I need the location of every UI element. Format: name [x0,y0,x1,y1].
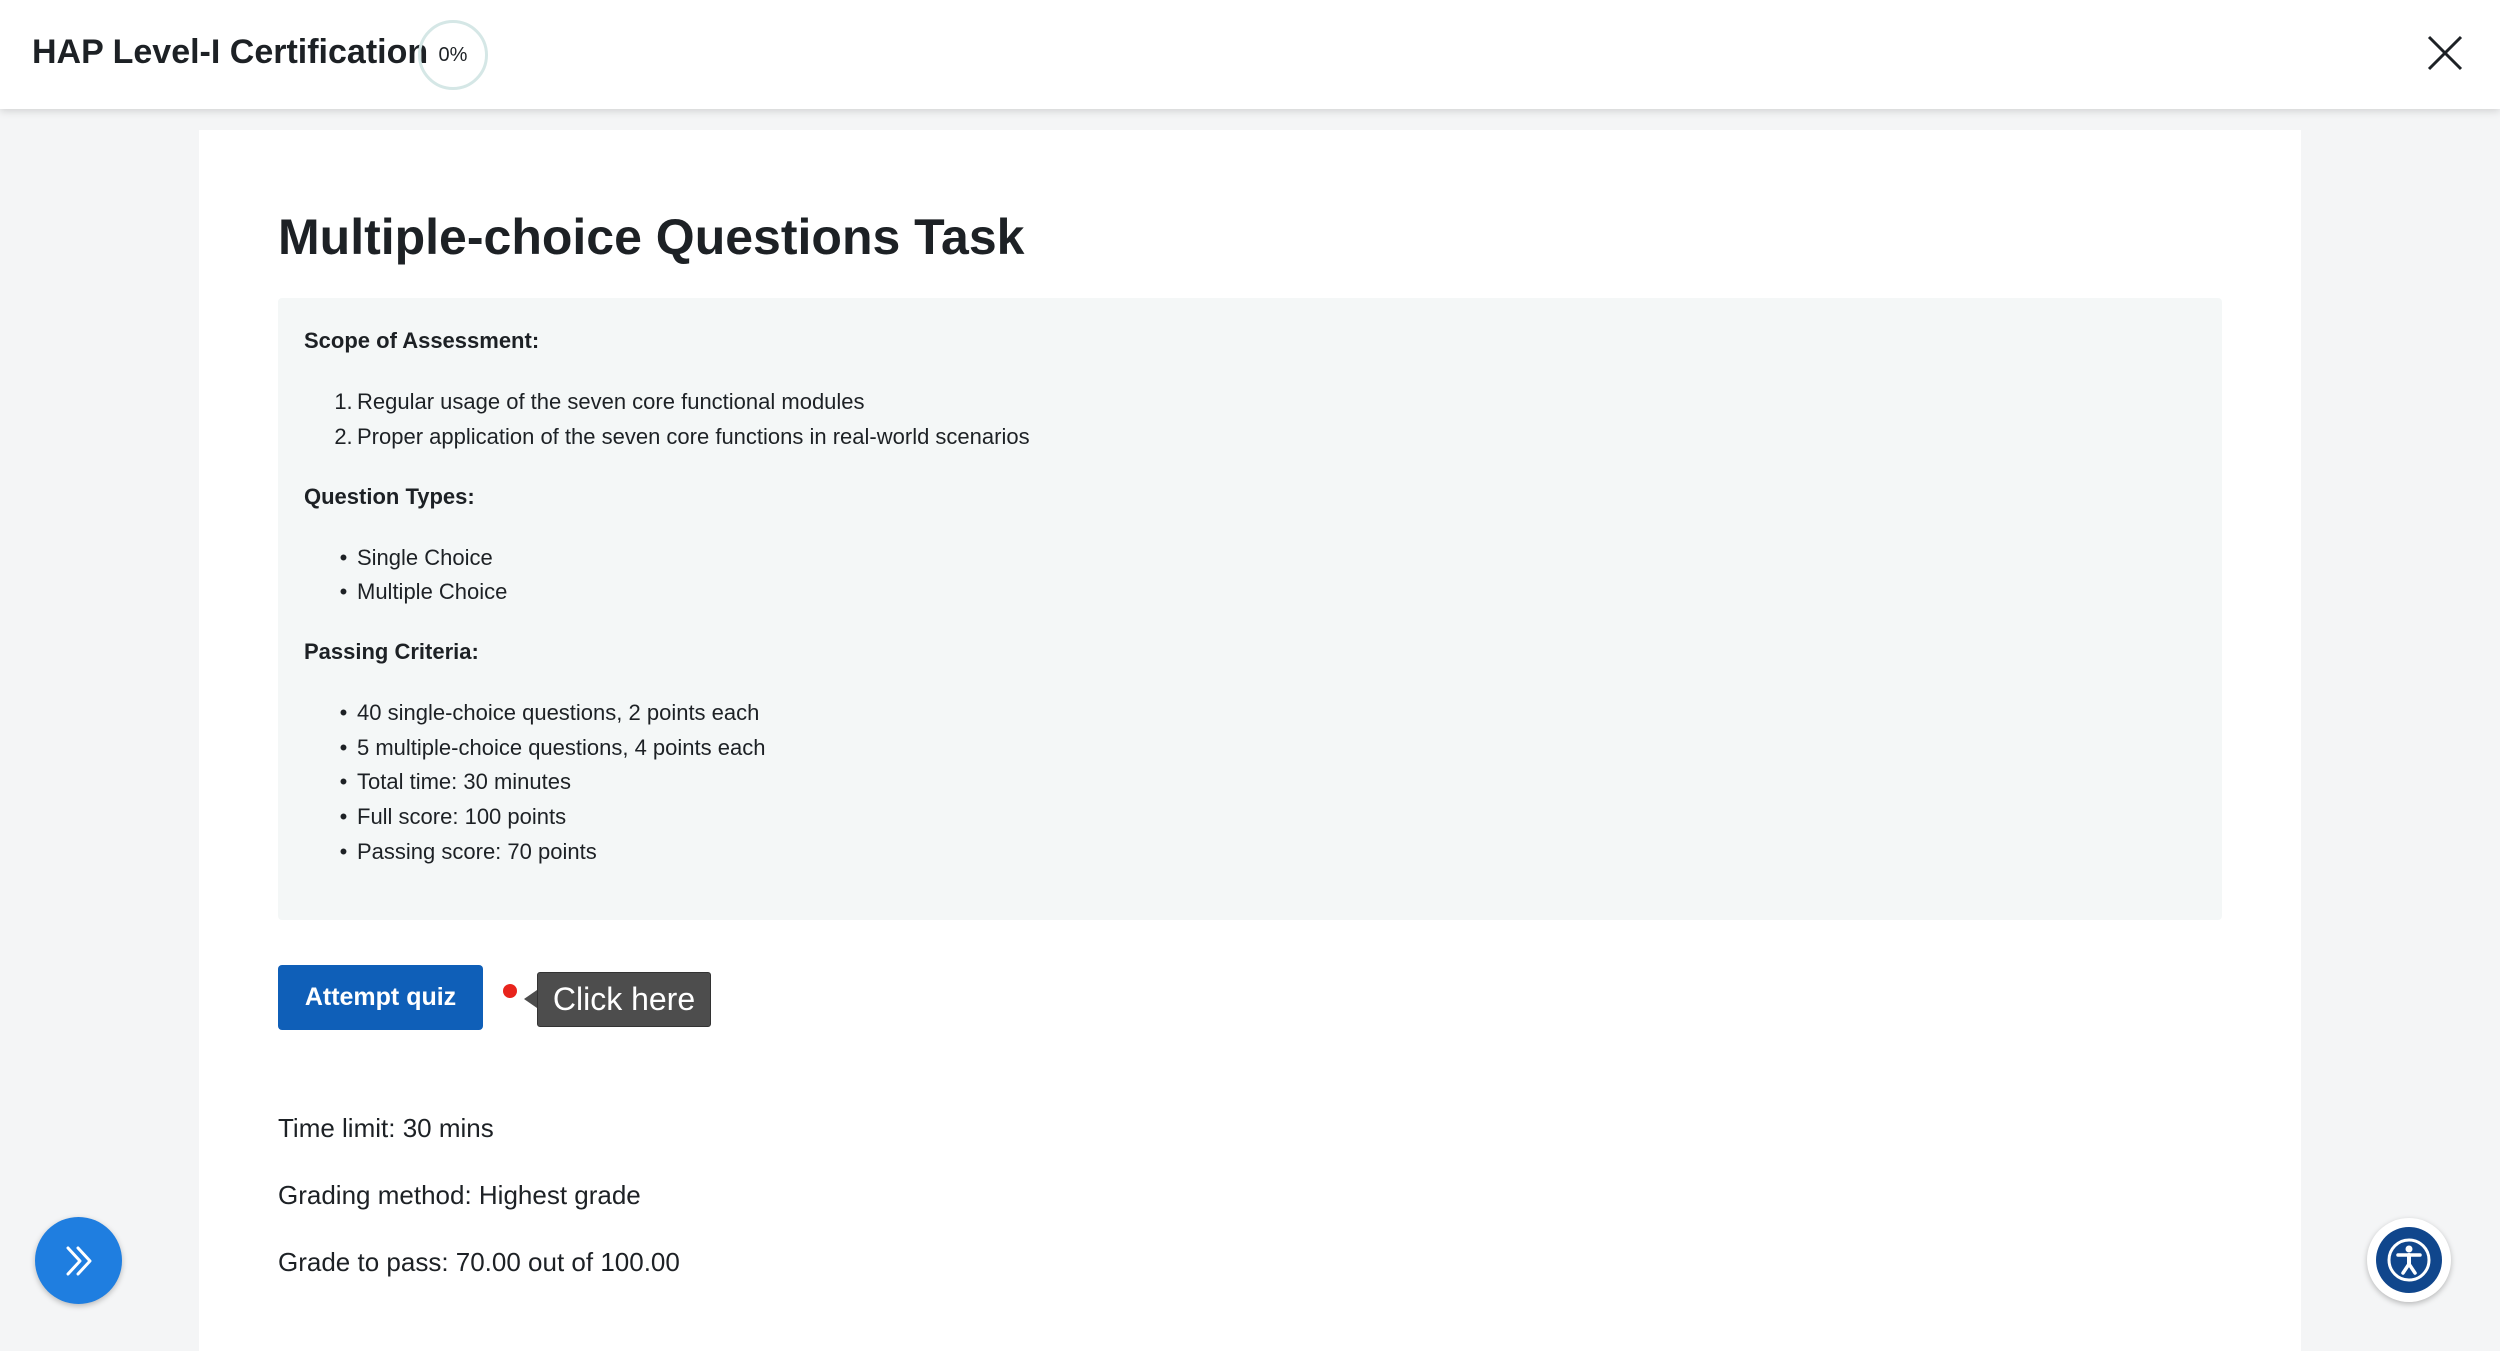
time-limit-text: Time limit: 30 mins [278,1113,494,1143]
click-here-tooltip: Click here [537,972,711,1027]
accessibility-button[interactable] [2367,1218,2451,1302]
list-item: • 40 single-choice questions, 2 points ea… [339,700,760,725]
close-button[interactable] [2424,32,2466,74]
list-item: • 5 multiple-choice questions, 4 points e… [339,735,766,760]
grade-to-pass-text: Grade to pass: 70.00 out of 100.00 [278,1247,680,1277]
double-chevron-right-icon [66,1246,91,1275]
question-types-heading: Question Types: [304,484,475,509]
scope-heading: Scope of Assessment: [304,328,540,353]
tooltip-arrow [524,990,537,1008]
course-title: HAP Level-I Certification [32,33,429,71]
list-item: • Single Choice [339,545,493,570]
list-item: 1. Regular usage of the seven core functi… [334,389,865,414]
page-title: Multiple-choice Questions Task [278,209,1025,265]
close-icon [2427,35,2463,71]
progress-indicator: 0% [418,20,488,90]
course-index-toggle-button[interactable] [35,1217,122,1304]
top-bar: HAP Level-I Certification 0% [0,0,2500,109]
grading-method-text: Grading method: Highest grade [278,1180,641,1210]
list-item: • Total time: 30 minutes [339,769,571,794]
list-item: • Multiple Choice [339,579,508,604]
main-content-card: Multiple-choice Questions Task Scope of … [199,130,2301,1351]
progress-text: 0% [438,43,468,66]
list-item: • Full score: 100 points [339,804,567,829]
passing-criteria-heading: Passing Criteria: [304,639,479,664]
activity-description: Scope of Assessment: 1. Regular usage of … [278,298,2222,920]
list-item: • Passing score: 70 points [339,839,597,864]
accessibility-icon [2376,1227,2442,1293]
list-item: 2. Proper application of the seven core f… [334,424,1030,449]
indicator-dot [503,984,517,998]
attempt-quiz-button[interactable]: Attempt quiz [278,965,483,1030]
